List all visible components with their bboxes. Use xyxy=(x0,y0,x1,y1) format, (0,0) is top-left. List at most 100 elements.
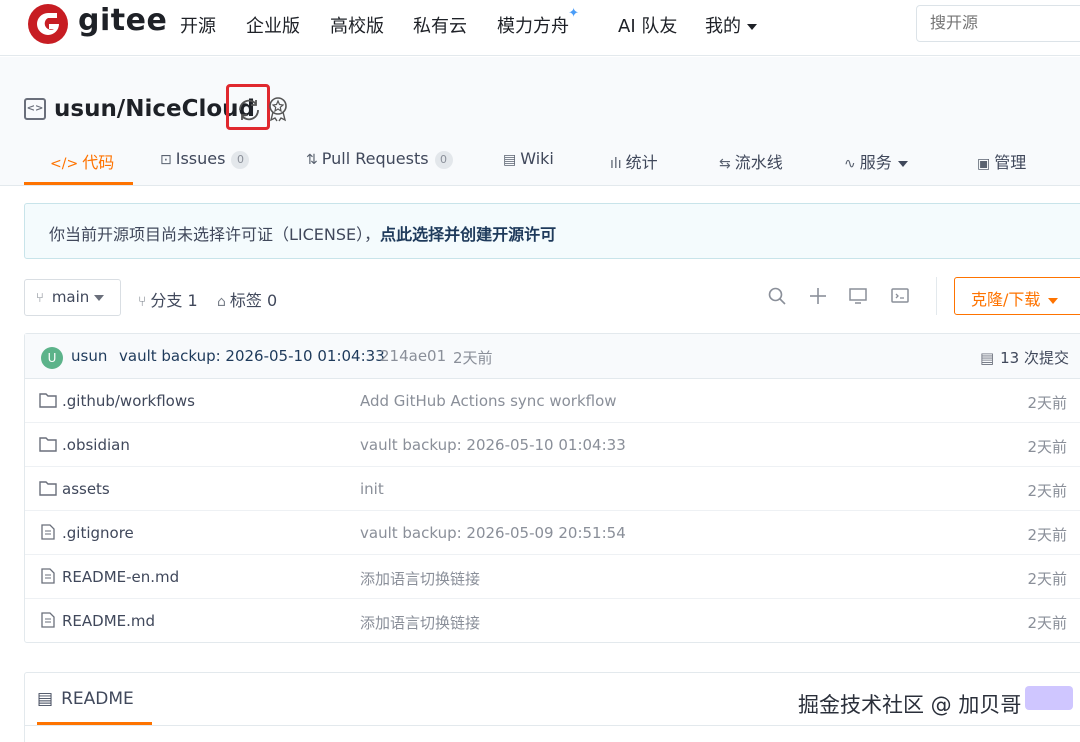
file-commit-message[interactable]: vault backup: 2026-05-09 20:51:54 xyxy=(360,524,626,542)
commit-count-link[interactable]: ▤ 13 次提交 xyxy=(980,347,1069,368)
tab-wiki[interactable]: ▤ Wiki xyxy=(503,149,554,168)
branch-icon: ⑂ xyxy=(36,291,44,306)
create-license-link[interactable]: 点此选择并创建开源许可 xyxy=(380,225,556,244)
toolbar-divider xyxy=(936,277,937,315)
commit-time: 2天前 xyxy=(453,349,493,367)
commit-message[interactable]: vault backup: 2026-05-10 01:04:33 xyxy=(119,347,385,365)
branches-link[interactable]: ⑂ 分支 1 xyxy=(138,287,198,311)
web-ide-icon[interactable] xyxy=(848,286,868,306)
table-row[interactable]: .obsidian vault backup: 2026-05-10 01:04:… xyxy=(25,423,1080,467)
table-row[interactable]: README.md 添加语言切换链接 2天前 xyxy=(25,599,1080,643)
clone-download-button[interactable]: 克隆/下载 xyxy=(954,277,1080,315)
commit-author[interactable]: usun xyxy=(71,347,107,365)
issues-icon: ⊡ xyxy=(160,152,172,168)
readme-divider xyxy=(25,725,1080,726)
tab-manage[interactable]: ▣ 管理 xyxy=(977,149,1026,173)
search-icon[interactable] xyxy=(767,286,787,306)
tab-code[interactable]: </> 代码 xyxy=(50,149,114,173)
chevron-down-icon xyxy=(747,24,757,30)
license-notice-text: 你当前开源项目尚未选择许可证（LICENSE）， xyxy=(49,225,381,244)
file-name[interactable]: README.md xyxy=(62,612,155,630)
tags-link[interactable]: ⌂ 标签 0 xyxy=(217,287,277,311)
tag-icon: ⌂ xyxy=(217,294,226,310)
tab-stats-label: 统计 xyxy=(625,153,658,172)
branches-count: 分支 1 xyxy=(150,291,198,310)
file-commit-time: 2天前 xyxy=(1027,570,1067,588)
table-row[interactable]: .github/workflows Add GitHub Actions sync… xyxy=(25,379,1080,423)
table-row[interactable]: assets init 2天前 xyxy=(25,467,1080,511)
nav-item-education[interactable]: 高校版 xyxy=(330,12,384,38)
license-notice: 你当前开源项目尚未选择许可证（LICENSE），点此选择并创建开源许可 xyxy=(24,203,1080,259)
commit-count: 13 次提交 xyxy=(1000,349,1069,367)
tab-pipeline[interactable]: ⇆ 流水线 xyxy=(719,149,783,173)
watermark: 掘金技术社区 @ 加贝哥 xyxy=(798,686,1074,719)
nav-item-moli-label: 模力方舟 xyxy=(497,16,569,37)
top-navbar: gitee 开源 企业版 高校版 私有云 模力方舟 ✦ AI 队友 我的 xyxy=(0,0,1080,56)
clone-download-label: 克隆/下载 xyxy=(971,290,1041,309)
avatar[interactable]: U xyxy=(41,347,63,369)
file-name[interactable]: .github/workflows xyxy=(62,392,195,410)
nav-item-mine[interactable]: 我的 xyxy=(705,12,757,38)
brand-name[interactable]: gitee xyxy=(78,3,167,38)
file-table: U usun vault backup: 2026-05-10 01:04:33… xyxy=(24,333,1080,643)
tags-count: 标签 0 xyxy=(229,291,278,310)
add-icon[interactable] xyxy=(808,286,828,306)
file-icon xyxy=(41,568,55,584)
bar-chart-icon: ılı xyxy=(610,156,622,172)
repo-title[interactable]: usun/NiceCloud xyxy=(54,96,255,122)
folder-icon xyxy=(39,481,57,496)
tab-stats[interactable]: ılı 统计 xyxy=(610,149,658,173)
sync-icon[interactable] xyxy=(236,97,262,123)
table-row[interactable]: .gitignore vault backup: 2026-05-09 20:51… xyxy=(25,511,1080,555)
readme-tab[interactable]: ▤ README xyxy=(37,689,134,709)
gitee-logo-icon[interactable] xyxy=(28,4,68,44)
file-icon xyxy=(41,524,55,540)
nav-item-ai-teammate[interactable]: AI 队友 xyxy=(618,12,677,38)
file-commit-message[interactable]: Add GitHub Actions sync workflow xyxy=(360,392,617,410)
file-name[interactable]: .gitignore xyxy=(62,524,134,542)
readme-tab-label: README xyxy=(61,689,134,709)
file-commit-message[interactable]: 添加语言切换链接 xyxy=(360,612,480,633)
tab-issues-label: Issues xyxy=(175,149,226,168)
nav-item-mine-label: 我的 xyxy=(705,16,741,37)
code-icon: </> xyxy=(50,156,79,172)
wiki-icon: ▤ xyxy=(503,152,517,168)
branch-selector[interactable]: ⑂ main xyxy=(24,279,121,316)
issues-count-badge: 0 xyxy=(231,151,250,169)
nav-item-moli[interactable]: 模力方舟 ✦ xyxy=(497,6,579,38)
file-commit-time: 2天前 xyxy=(1027,526,1067,544)
tab-issues[interactable]: ⊡ Issues 0 xyxy=(160,149,250,169)
search-input[interactable] xyxy=(916,5,1080,42)
folder-icon xyxy=(39,393,57,408)
tab-services-label: 服务 xyxy=(859,153,892,172)
file-commit-message[interactable]: 添加语言切换链接 xyxy=(360,568,480,589)
file-commit-message[interactable]: init xyxy=(360,480,384,498)
award-icon[interactable] xyxy=(266,95,290,123)
chevron-down-icon xyxy=(94,294,105,301)
book-icon: ▤ xyxy=(37,689,54,709)
nav-item-open-source[interactable]: 开源 xyxy=(180,12,216,38)
manage-icon: ▣ xyxy=(977,156,991,172)
file-name[interactable]: assets xyxy=(62,480,110,498)
file-name[interactable]: README-en.md xyxy=(62,568,179,586)
project-header: <> usun/NiceCloud </> 代码 ⊡ Issues 0 ⇅ Pull R… xyxy=(0,57,1080,186)
tab-code-label: 代码 xyxy=(82,153,115,172)
branch-name: main xyxy=(51,288,90,306)
tab-services[interactable]: ∿ 服务 xyxy=(844,149,908,173)
nav-item-enterprise[interactable]: 企业版 xyxy=(246,12,300,38)
watermark-badge xyxy=(1025,686,1074,710)
table-row[interactable]: README-en.md 添加语言切换链接 2天前 xyxy=(25,555,1080,599)
file-commit-message[interactable]: vault backup: 2026-05-10 01:04:33 xyxy=(360,436,626,454)
tab-manage-label: 管理 xyxy=(994,153,1027,172)
tab-wiki-label: Wiki xyxy=(520,149,554,168)
file-icon xyxy=(41,612,55,628)
chevron-down-icon xyxy=(897,160,908,167)
file-commit-time: 2天前 xyxy=(1027,614,1067,632)
tab-pull-requests[interactable]: ⇅ Pull Requests 0 xyxy=(306,149,453,169)
active-tab-indicator xyxy=(24,182,133,185)
file-commit-time: 2天前 xyxy=(1027,438,1067,456)
file-name[interactable]: .obsidian xyxy=(62,436,130,454)
terminal-icon[interactable] xyxy=(890,286,910,306)
commit-hash[interactable]: 214ae01 xyxy=(380,347,446,365)
nav-item-private-cloud[interactable]: 私有云 xyxy=(413,12,467,38)
